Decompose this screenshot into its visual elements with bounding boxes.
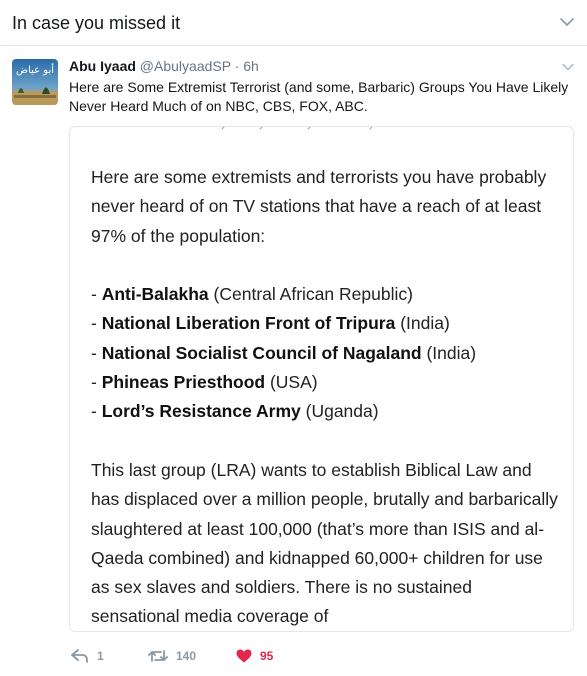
group-item: - Lord’s Resistance Army (Uganda) [91,401,379,422]
like-count: 95 [260,649,274,663]
tweet-author-line: Abu Iyaad @AbulyaadSP · 6h [69,58,259,74]
group-item: - National Socialist Council of Nagaland… [91,342,477,363]
chevron-down-icon[interactable] [561,60,575,74]
reply-icon [71,649,88,663]
heart-icon [236,649,252,663]
author-name[interactable]: Abu Iyaad [69,58,136,74]
reply-button[interactable]: 1 [71,646,104,666]
author-handle[interactable]: @AbulyaadSP [140,58,231,74]
chevron-down-icon[interactable] [559,14,575,30]
like-button[interactable]: 95 [236,646,273,666]
group-item: - Phineas Priesthood (USA) [91,372,318,393]
card-intro: Here are some extremists and terrorists … [91,167,547,246]
tweet-timestamp[interactable]: 6h [243,58,259,74]
reply-count: 1 [97,649,104,663]
separator: · [234,58,240,74]
group-item: - National Liberation Front of Tripura (… [91,313,450,334]
avatar[interactable]: أبو عياض [12,59,58,105]
avatar-label: أبو عياض [15,65,55,76]
tweet-text: Here are Some Extremist Terrorist (and s… [69,79,569,114]
retweet-count: 140 [176,649,197,663]
cropped-text-fragment [221,127,373,130]
retweet-button[interactable]: 140 [148,646,196,666]
timeline-section-header: In case you missed it [0,0,587,46]
card-outro: This last group (LRA) wants to establish… [91,459,558,627]
card-text: Here are some extremists and terrorists … [91,163,561,631]
section-title: In case you missed it [12,13,181,33]
group-item: - Anti-Balakha (Central African Republic… [91,284,413,305]
tweet-image-card[interactable]: Here are some extremists and terrorists … [69,126,574,632]
retweet-icon [148,650,168,662]
